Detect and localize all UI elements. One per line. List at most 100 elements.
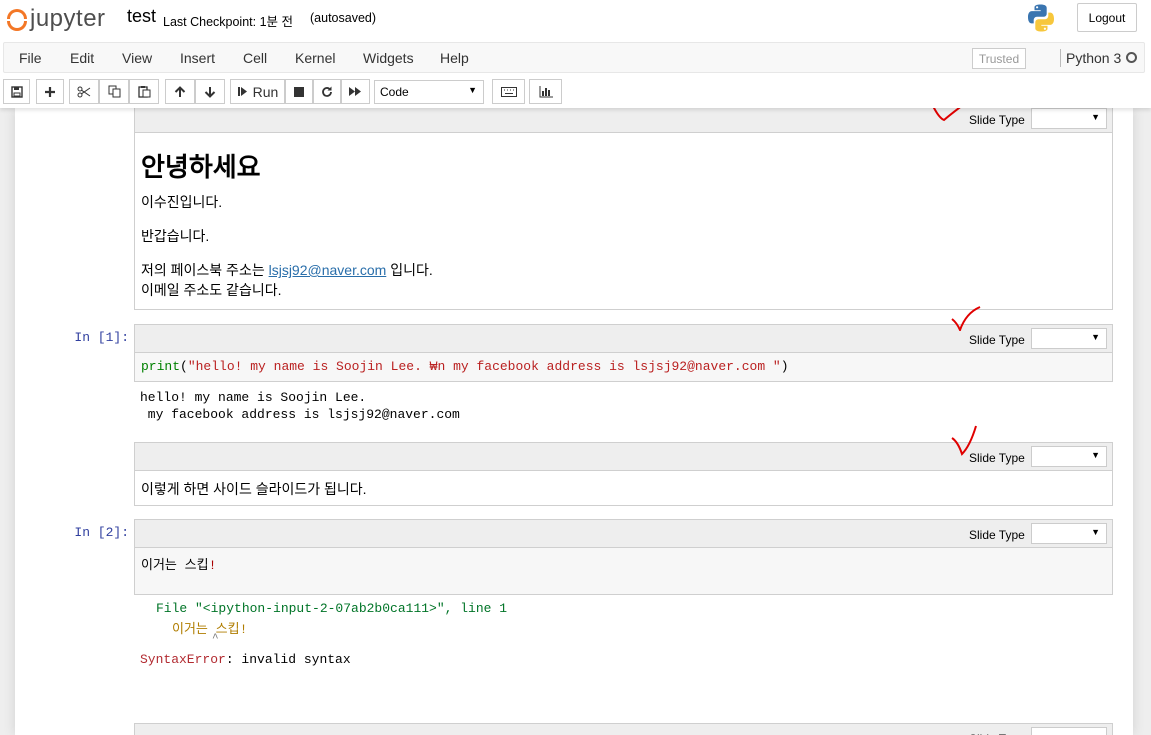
cell-type-value: Code	[380, 85, 409, 99]
move-up-button[interactable]	[165, 79, 195, 104]
traceback-code: 이거는 스킵!	[172, 622, 248, 637]
slideshow-toolbar: Slide Type ▼	[134, 108, 1113, 133]
dropdown-arrow-icon: ▼	[1091, 332, 1100, 342]
slideshow-toolbar: Slide Type ▼	[134, 519, 1113, 548]
kernel-name: Python 3	[1066, 50, 1122, 66]
move-down-button[interactable]	[195, 79, 225, 104]
slide-type-select[interactable]	[1031, 727, 1107, 735]
interrupt-button[interactable]	[285, 79, 313, 104]
text-span: 입니다.	[390, 262, 433, 278]
arrow-down-icon	[204, 86, 216, 98]
copy-button[interactable]	[99, 79, 129, 104]
code-function: print	[141, 359, 181, 374]
markdown-paragraph: 반갑습니다.	[141, 228, 210, 244]
stop-icon	[294, 86, 304, 97]
restart-icon	[322, 86, 332, 97]
cut-button[interactable]	[69, 79, 99, 104]
logout-button[interactable]: Logout	[1077, 3, 1137, 32]
slide-type-select[interactable]: ▼	[1031, 328, 1107, 349]
menu-help[interactable]: Help	[440, 50, 469, 66]
header-top-row: jupyter test Last Checkpoint: 1분 전 (auto…	[0, 0, 1151, 42]
error-output: File "<ipython-input-2-07ab2b0ca111>", l…	[140, 601, 1100, 681]
traceback-file: File "<ipython-input-2-07ab2b0ca111>", l…	[156, 601, 508, 616]
bar-chart-icon	[539, 85, 553, 97]
menubar: File Edit View Insert Cell Kernel Widget…	[3, 42, 1145, 73]
header: jupyter test Last Checkpoint: 1분 전 (auto…	[0, 0, 1151, 108]
markdown-paragraph: 이수진입니다.	[141, 194, 223, 210]
slide-type-select[interactable]: ▼	[1031, 446, 1107, 467]
restart-button[interactable]	[313, 79, 341, 104]
markdown-output: 안녕하세요 이수진입니다. 반갑습니다. 저의 페이스북 주소는 lsjsj92…	[134, 133, 1113, 310]
toolbar: Run Code ▼	[0, 77, 1151, 105]
chart-button[interactable]	[529, 79, 562, 104]
menu-kernel[interactable]: Kernel	[295, 50, 335, 66]
markdown-cell-slide[interactable]: Slide Type ▼ 이렇게 하면 사이드 슬라이드가 됩니다.	[134, 425, 1113, 506]
dropdown-arrow-icon: ▼	[1091, 527, 1100, 537]
kernel-idle-icon	[1126, 52, 1137, 63]
dropdown-arrow-icon: ▼	[468, 85, 477, 95]
cell-output: hello! my name is Soojin Lee. my faceboo…	[140, 389, 460, 423]
error-text: : invalid syntax	[225, 652, 351, 667]
code-text: 이거는 스킵	[141, 558, 209, 573]
menu-view[interactable]: View	[122, 50, 152, 66]
autosave-status: (autosaved)	[310, 11, 377, 25]
slide-type-label: Slide Type	[969, 113, 1025, 127]
run-button[interactable]: Run	[230, 79, 285, 104]
python-logo-icon	[1028, 4, 1054, 32]
menu-insert[interactable]: Insert	[180, 50, 215, 66]
check-mark-annotation	[951, 425, 977, 456]
menu-file[interactable]: File	[19, 50, 42, 66]
notebook-name[interactable]: test	[127, 6, 156, 27]
notebook-container[interactable]: Slide Type ▼ 안녕하세요 이수진입니다. 반갑습니다. 저의 페이스…	[0, 108, 1151, 735]
markdown-paragraph: 이메일 주소도 같습니다.	[141, 282, 282, 298]
dropdown-arrow-icon: ▼	[1091, 112, 1100, 122]
trusted-indicator[interactable]: Trusted	[972, 48, 1026, 69]
step-forward-icon	[237, 87, 247, 96]
code-cell-1[interactable]: In [1]: Slide Type ▼ print("hello! my na…	[74, 306, 1113, 424]
save-icon	[10, 85, 23, 98]
code-punct: !	[208, 558, 217, 573]
scissors-icon	[77, 86, 91, 97]
markdown-output: 이렇게 하면 사이드 슬라이드가 됩니다.	[134, 471, 1113, 506]
copy-icon	[108, 85, 120, 98]
input-prompt: In [2]:	[74, 525, 129, 540]
output-line: hello! my name is Soojin Lee.	[140, 390, 367, 405]
error-name: SyntaxError	[140, 652, 226, 667]
run-label: Run	[252, 83, 279, 100]
kernel-divider	[1060, 49, 1061, 67]
input-prompt: In [1]:	[74, 330, 129, 345]
dropdown-arrow-icon: ▼	[1091, 450, 1100, 460]
error-message: SyntaxError: invalid syntax	[140, 652, 351, 667]
code-input[interactable]: print("hello! my name is Soojin Lee. ₩n …	[134, 353, 1113, 382]
markdown-cell-intro[interactable]: Slide Type ▼ 안녕하세요 이수진입니다. 반갑습니다. 저의 페이스…	[134, 108, 1113, 310]
partial-next-cell[interactable]: Slide Type	[134, 723, 1113, 735]
jupyter-logo-text: jupyter	[30, 5, 106, 32]
paste-icon	[137, 86, 150, 98]
slide-type-select[interactable]: ▼	[1031, 108, 1107, 129]
text-span: 저의 페이스북 주소는	[141, 262, 265, 278]
paste-button[interactable]	[129, 79, 159, 104]
notebook-page: Slide Type ▼ 안녕하세요 이수진입니다. 반갑습니다. 저의 페이스…	[15, 108, 1133, 735]
insert-cell-button[interactable]	[36, 79, 64, 104]
keyboard-icon	[500, 86, 517, 97]
cell-type-select[interactable]: Code ▼	[374, 80, 484, 104]
menu-cell[interactable]: Cell	[243, 50, 267, 66]
output-line: my facebook address is lsjsj92@naver.com	[140, 407, 460, 422]
markdown-paragraph: 저의 페이스북 주소는 lsjsj92@naver.com 입니다.	[141, 260, 1106, 280]
plus-icon	[45, 86, 55, 97]
code-cell-2[interactable]: In [2]: Slide Type ▼ 이거는 스킵! File "<ipyt…	[74, 519, 1113, 681]
code-input[interactable]: 이거는 스킵!	[134, 548, 1113, 595]
fast-forward-icon	[349, 87, 361, 96]
menu-edit[interactable]: Edit	[70, 50, 94, 66]
menu-widgets[interactable]: Widgets	[363, 50, 414, 66]
email-link[interactable]: lsjsj92@naver.com	[269, 262, 387, 278]
restart-run-all-button[interactable]	[341, 79, 370, 104]
slide-type-select[interactable]: ▼	[1031, 523, 1107, 544]
checkpoint-status: Last Checkpoint: 1분 전	[163, 15, 294, 29]
jupyter-logo[interactable]: jupyter	[6, 5, 106, 33]
markdown-heading: 안녕하세요	[141, 152, 261, 182]
save-button[interactable]	[3, 79, 30, 104]
jupyter-logo-icon	[6, 6, 28, 32]
command-palette-button[interactable]	[492, 79, 525, 104]
markdown-paragraph: 이렇게 하면 사이드 슬라이드가 됩니다.	[141, 481, 367, 497]
